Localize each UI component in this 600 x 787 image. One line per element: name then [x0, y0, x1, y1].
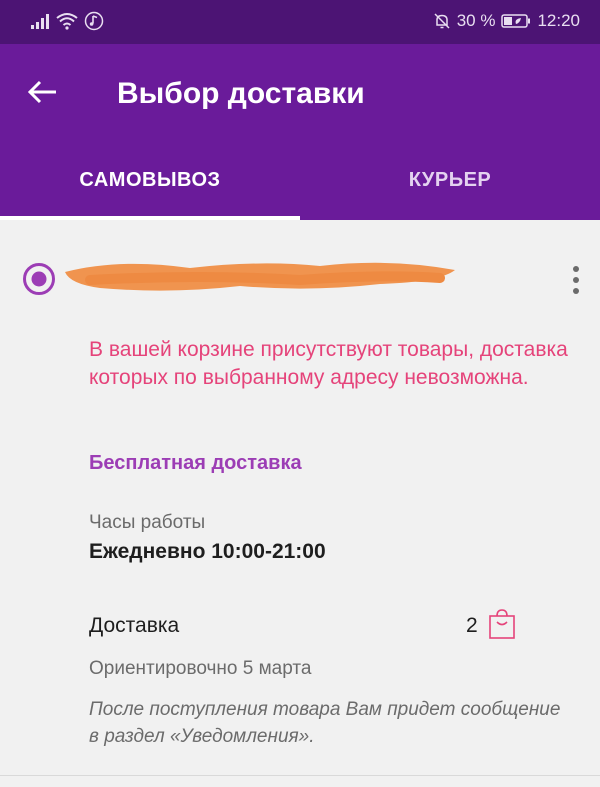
- delivery-eta: Ориентировочно 5 марта: [89, 658, 312, 679]
- wifi-icon: [56, 13, 78, 30]
- bell-off-icon: [434, 13, 450, 29]
- status-bar: 30 % 12:20: [0, 0, 600, 44]
- radio-selected-icon[interactable]: [22, 262, 56, 296]
- free-delivery-label: Бесплатная доставка: [89, 452, 302, 474]
- tab-pickup[interactable]: САМОВЫВОЗ: [0, 140, 300, 220]
- pickup-point-card: В вашей корзине присутствуют товары, дос…: [0, 220, 600, 787]
- music-note-icon: [84, 11, 104, 31]
- clock: 12:20: [537, 11, 580, 30]
- divider: [0, 775, 600, 776]
- signal-icon: [31, 14, 49, 29]
- delivery-note: После поступления товара Вам придет сооб…: [89, 699, 561, 747]
- back-arrow-icon[interactable]: [22, 72, 62, 112]
- delivery-warning: В вашей корзине присутствуют товары, дос…: [89, 338, 568, 389]
- battery-percent: 30 %: [456, 11, 496, 30]
- delivery-count: 2: [466, 614, 478, 637]
- tab-courier[interactable]: КУРЬЕР: [300, 140, 600, 220]
- redacted-address-scribble: [65, 262, 455, 291]
- page-title: Выбор доставки: [117, 77, 365, 110]
- delivery-label: Доставка: [89, 614, 180, 637]
- more-options-icon[interactable]: [566, 264, 586, 298]
- status-right: 30 % 12:20: [433, 11, 580, 31]
- app-bar: Выбор доставки САМОВЫВОЗ КУРЬЕР: [0, 44, 600, 220]
- shopping-bag-icon: [489, 609, 515, 639]
- hours-label: Часы работы: [89, 512, 206, 533]
- status-left-icons: [30, 11, 104, 31]
- hours-value: Ежедневно 10:00-21:00: [89, 540, 326, 563]
- battery-icon: [501, 14, 531, 28]
